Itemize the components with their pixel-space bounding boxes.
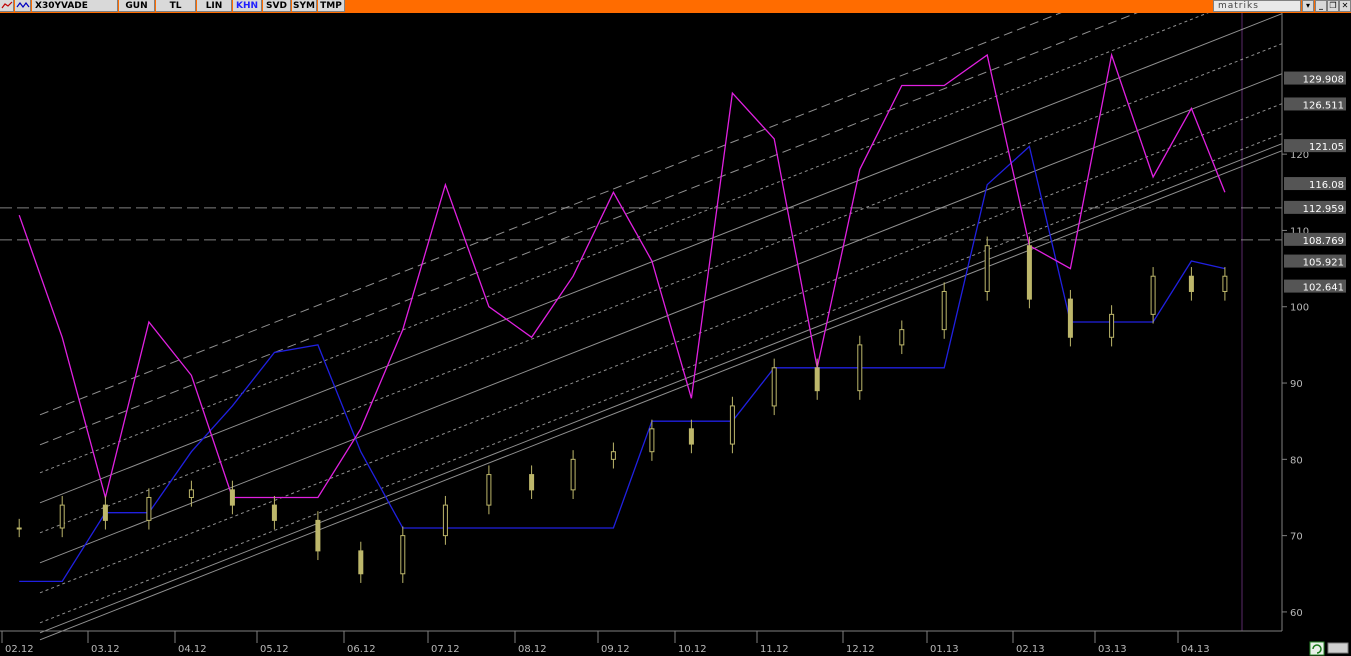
x-tick-label: 04.13 — [1181, 644, 1210, 655]
level-label: 112.959 — [1303, 204, 1344, 215]
candle-body — [16, 527, 22, 530]
candle-body — [358, 550, 364, 575]
x-tick-label: 02.12 — [5, 644, 34, 655]
x-tick-label: 05.12 — [260, 644, 289, 655]
candle-body — [1222, 275, 1228, 292]
x-tick-label: 09.12 — [601, 644, 630, 655]
candle-body — [1150, 275, 1156, 315]
candle-body — [857, 344, 863, 392]
status-icon[interactable] — [1309, 641, 1349, 656]
candle-body — [229, 489, 235, 506]
toolbar-button-tmp[interactable]: TMP — [318, 0, 345, 12]
level-label: 129.908 — [1303, 75, 1344, 86]
candle-body — [729, 405, 735, 445]
brand-logo: matriks — [1213, 0, 1301, 12]
close-icon[interactable]: ✕ — [1339, 0, 1351, 12]
price-chart[interactable]: 60708090100110120 129.908126.511121.0511… — [0, 13, 1351, 656]
toolbar-button-lin[interactable]: LIN — [197, 0, 232, 12]
chart-type-icon[interactable] — [0, 0, 14, 12]
level-label: 108.769 — [1303, 236, 1344, 247]
x-tick-label: 03.12 — [91, 644, 120, 655]
restore-icon[interactable]: ❐ — [1327, 0, 1339, 12]
candle-body — [771, 367, 777, 407]
x-tick-label: 02.13 — [1016, 644, 1045, 655]
minimize-icon[interactable]: _ — [1315, 0, 1327, 12]
x-tick-label: 10.12 — [678, 644, 707, 655]
chart-background — [0, 13, 1351, 656]
level-label: 126.511 — [1303, 100, 1344, 111]
level-label: 116.08 — [1309, 180, 1344, 191]
x-tick-label: 01.13 — [930, 644, 959, 655]
candle-body — [188, 489, 194, 498]
compare-icon[interactable] — [15, 0, 31, 12]
candle-body — [899, 329, 905, 346]
x-tick-label: 08.12 — [518, 644, 547, 655]
candle-body — [146, 496, 152, 521]
y-tick-label: 100 — [1290, 303, 1309, 314]
y-tick-label: 80 — [1290, 455, 1303, 466]
chart-toolbar: X30YVADE GUN TL LIN KHN SVD SYM TMP matriks ▾ … — [0, 0, 1351, 13]
x-tick-label: 07.12 — [431, 644, 460, 655]
candle-body — [941, 290, 947, 331]
x-tick-label: 03.13 — [1098, 644, 1127, 655]
y-tick-label: 60 — [1290, 608, 1303, 619]
candle-body — [59, 504, 65, 529]
y-tick-label: 90 — [1290, 379, 1303, 390]
candle-body — [984, 245, 990, 292]
candle-body — [486, 474, 492, 506]
candle-body — [102, 504, 108, 521]
dropdown-icon[interactable]: ▾ — [1302, 0, 1314, 12]
candle-body — [570, 458, 576, 491]
toolbar-button-sym[interactable]: SYM — [292, 0, 317, 12]
candle-body — [315, 519, 321, 552]
candle-body — [529, 474, 535, 491]
level-labels: 129.908 126.511 121.05 116.08 112.959 108.769… — [1284, 71, 1346, 294]
candle-body — [1188, 275, 1194, 292]
candle-body — [442, 504, 448, 537]
wave-icon — [16, 1, 29, 8]
candle-body — [1067, 298, 1073, 338]
toolbar-button-khn[interactable]: KHN — [233, 0, 262, 12]
candle-body — [271, 504, 277, 521]
toolbar-button-svd[interactable]: SVD — [263, 0, 291, 12]
x-tick-label: 06.12 — [347, 644, 376, 655]
candle-body — [610, 451, 616, 460]
candle-body — [1109, 313, 1115, 338]
level-label: 121.05 — [1309, 142, 1344, 153]
symbol-label[interactable]: X30YVADE — [32, 0, 118, 12]
candle-body — [688, 428, 694, 445]
mini-chart-icon — [1, 1, 12, 9]
level-label: 105.921 — [1303, 258, 1344, 269]
resize-handle — [1327, 642, 1349, 654]
x-tick-label: 12.12 — [846, 644, 875, 655]
level-label: 102.641 — [1303, 283, 1344, 294]
toolbar-button-tl[interactable]: TL — [156, 0, 196, 12]
toolbar-button-gun[interactable]: GUN — [119, 0, 155, 12]
candle-body — [649, 428, 655, 453]
candle-body — [814, 367, 820, 392]
x-tick-label: 04.12 — [178, 644, 207, 655]
y-tick-label: 70 — [1290, 532, 1303, 543]
candle-body — [1026, 245, 1032, 300]
candle-body — [400, 535, 406, 575]
x-tick-label: 11.12 — [760, 644, 789, 655]
